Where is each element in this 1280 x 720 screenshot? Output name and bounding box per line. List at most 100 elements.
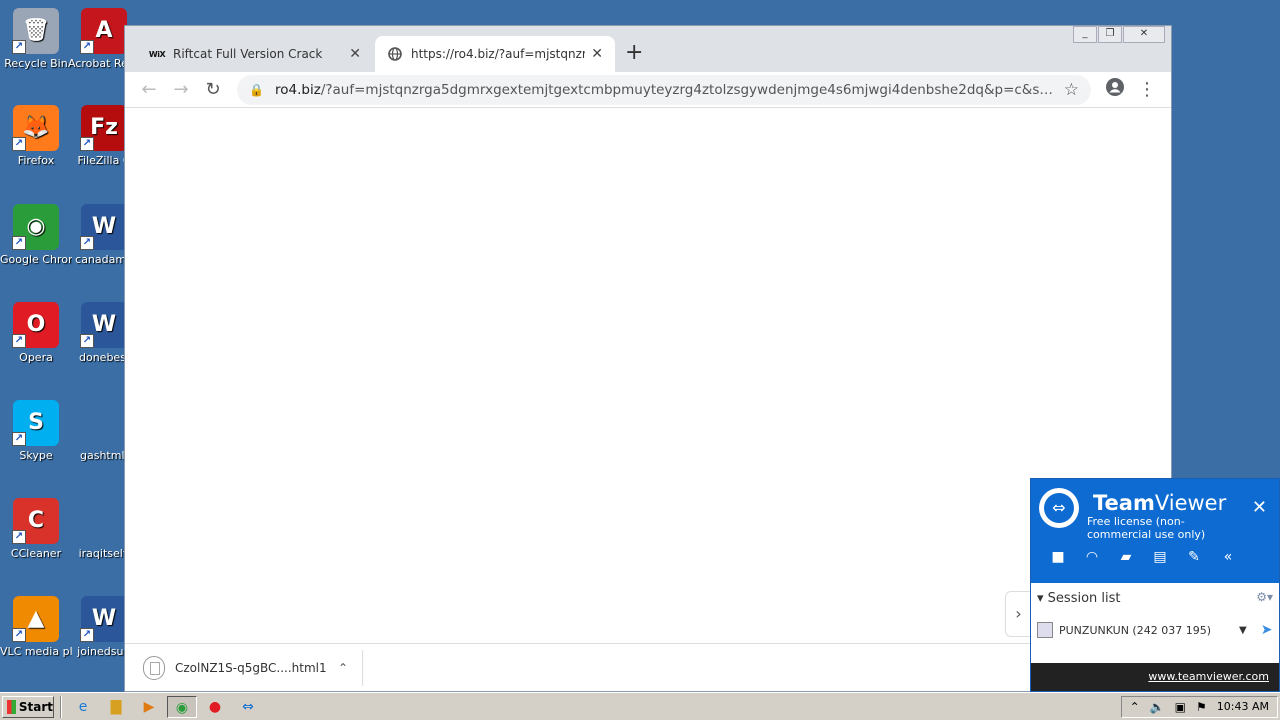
volume-icon[interactable]: 🔈: [1150, 700, 1165, 714]
download-item[interactable]: CzolNZ1S-q5gBC....html1 ⌃: [143, 649, 363, 686]
network-icon[interactable]: ▣: [1175, 700, 1186, 714]
gear-icon[interactable]: ⚙▾: [1256, 590, 1273, 604]
tab-title: https://ro4.biz/?auf=mjstqnzrga5dg: [411, 47, 586, 61]
app-icon: W ↗: [80, 302, 127, 348]
app-icon: ◉ ↗: [12, 204, 59, 250]
profile-icon[interactable]: [1099, 78, 1131, 101]
desktop-icon-label: Firefox: [17, 154, 55, 167]
flag-icon[interactable]: ⚑: [1196, 700, 1207, 714]
app-icon: W ↗: [80, 204, 127, 250]
teamviewer-taskbar-icon[interactable]: ⇔: [233, 696, 263, 718]
menu-kebab-icon[interactable]: ⋮: [1131, 79, 1163, 100]
shortcut-arrow-icon: ↗: [80, 628, 94, 642]
teamviewer-website-link[interactable]: www.teamviewer.com: [1031, 663, 1279, 691]
ie-icon[interactable]: e: [68, 696, 98, 718]
forward-arrow-icon[interactable]: →: [165, 79, 197, 100]
desktop-icon-label: Opera: [19, 351, 53, 364]
session-row[interactable]: PUNZUNKUN (242 037 195) ▼ ➤: [1037, 622, 1273, 638]
desktop-icon[interactable]: ◉↗ Google Chrome: [0, 204, 72, 266]
close-tab-icon[interactable]: ✕: [591, 46, 603, 62]
desktop-icon[interactable]: ▲↗ VLC media player: [0, 596, 72, 658]
tray-expand-icon[interactable]: ⌃: [1130, 700, 1140, 714]
address-bar[interactable]: 🔒 ro4.biz/?auf=mjstqnzrga5dgmrxgextemjtg…: [237, 74, 1091, 105]
minimize-icon[interactable]: _: [1073, 26, 1097, 43]
url-text: ro4.biz/?auf=mjstqnzrga5dgmrxgextemjtgex…: [275, 81, 1054, 98]
desktop-icon-label: VLC media player: [0, 645, 72, 658]
close-icon[interactable]: ✕: [1252, 497, 1267, 518]
tab-ro4[interactable]: https://ro4.biz/?auf=mjstqnzrga5dg ✕: [375, 36, 615, 72]
globe-icon: [387, 46, 403, 62]
app-icon: O ↗: [12, 302, 59, 348]
tab-title: Riftcat Full Version Crack: [173, 47, 323, 61]
new-tab-button[interactable]: +: [625, 40, 643, 65]
teamviewer-title: TeamViewer: [1093, 491, 1227, 515]
explorer-icon[interactable]: ▇: [101, 696, 131, 718]
shortcut-arrow-icon: ↗: [80, 137, 94, 151]
teamviewer-tools: ■ ◠ ▰ ▤ ✎ «: [1041, 549, 1245, 565]
dropdown-icon[interactable]: ▼: [1239, 625, 1247, 636]
app-icon: C ↗: [12, 498, 59, 544]
reload-icon[interactable]: ↻: [197, 79, 229, 100]
desktop-icon-label: Google Chrome: [0, 253, 72, 266]
tools-icon[interactable]: ✎: [1177, 549, 1211, 565]
shortcut-arrow-icon: ↗: [80, 334, 94, 348]
opera-taskbar-icon[interactable]: ●: [200, 696, 230, 718]
wix-favicon-icon: WiX: [148, 49, 166, 59]
pointer-icon[interactable]: ➤: [1261, 622, 1273, 638]
shortcut-arrow-icon: ↗: [12, 334, 26, 348]
chrome-window: WiX Riftcat Full Version Crack ✕ https:/…: [124, 25, 1172, 692]
file-icon: [143, 655, 165, 680]
lock-icon[interactable]: 🔒: [249, 83, 264, 97]
download-filename: CzolNZ1S-q5gBC....html1: [175, 660, 327, 675]
desktop-icon[interactable]: O ↗ Opera: [0, 302, 72, 364]
chevron-up-icon[interactable]: ⌃: [338, 661, 348, 675]
close-tab-icon[interactable]: ✕: [349, 46, 361, 62]
download-bar: CzolNZ1S-q5gBC....html1 ⌃: [125, 643, 1171, 691]
app-icon: [81, 400, 127, 446]
chrome-taskbar-icon[interactable]: ◉: [167, 695, 197, 718]
media-player-icon[interactable]: ▶: [134, 696, 164, 718]
system-tray: ⌃ 🔈 ▣ ⚑ 10:43 AM: [1120, 695, 1278, 718]
chevron-right-icon[interactable]: ›: [1005, 591, 1031, 637]
session-list: ▾ Session list ⚙▾ PUNZUNKUN (242 037 195…: [1031, 583, 1279, 646]
files-icon[interactable]: ▤: [1143, 549, 1177, 565]
app-icon: 🦊 ↗: [12, 105, 59, 151]
window-controls: _ ❐ ✕: [1072, 26, 1165, 43]
app-icon: ▲ ↗: [12, 596, 59, 642]
chat-icon[interactable]: ▰: [1109, 549, 1143, 565]
app-icon: S ↗: [12, 400, 59, 446]
session-name: PUNZUNKUN (242 037 195): [1059, 623, 1211, 637]
tab-strip: WiX Riftcat Full Version Crack ✕ https:/…: [125, 26, 1171, 72]
desktop-icon-label: Skype: [19, 449, 53, 462]
desktop-icon[interactable]: 🦊 ↗ Firefox: [0, 105, 72, 167]
windows-flag-icon: [7, 699, 16, 714]
tab-riftcat[interactable]: WiX Riftcat Full Version Crack ✕: [137, 36, 373, 72]
shortcut-arrow-icon: ↗: [12, 628, 26, 642]
desktop-icon-label: CCleaner: [10, 547, 62, 560]
page-content[interactable]: [125, 108, 1171, 643]
collapse-icon[interactable]: «: [1211, 549, 1245, 565]
app-icon: Fz ↗: [80, 105, 127, 151]
bookmark-star-icon[interactable]: ☆: [1064, 80, 1079, 100]
shortcut-arrow-icon: ↗: [12, 137, 26, 151]
shortcut-arrow-icon: ↗: [12, 40, 26, 54]
app-icon: [81, 498, 127, 544]
shortcut-arrow-icon: ↗: [80, 236, 94, 250]
desktop-icon[interactable]: C ↗ CCleaner: [0, 498, 72, 560]
shortcut-arrow-icon: ↗: [12, 530, 26, 544]
back-arrow-icon[interactable]: ←: [133, 79, 165, 100]
license-text: Free license (non-commercial use only): [1087, 515, 1206, 541]
video-icon[interactable]: ■: [1041, 549, 1075, 565]
desktop-icon[interactable]: S ↗ Skype: [0, 400, 72, 462]
close-window-icon[interactable]: ✕: [1123, 26, 1165, 43]
headset-icon[interactable]: ◠: [1075, 549, 1109, 565]
taskbar-separator: [60, 695, 62, 718]
taskbar: Start e ▇ ▶ ◉ ● ⇔ ⌃ 🔈 ▣ ⚑ 10:43 AM: [0, 692, 1280, 720]
desktop-icon[interactable]: 🗑 ↗ Recycle Bin: [0, 8, 72, 70]
clock[interactable]: 10:43 AM: [1217, 700, 1269, 713]
desktop-icon-label: Recycle Bin: [4, 57, 68, 70]
teamviewer-logo-icon: ⇔: [1039, 488, 1079, 528]
start-button[interactable]: Start: [2, 695, 54, 718]
session-list-title[interactable]: ▾ Session list: [1037, 591, 1273, 606]
restore-icon[interactable]: ❐: [1098, 26, 1122, 43]
